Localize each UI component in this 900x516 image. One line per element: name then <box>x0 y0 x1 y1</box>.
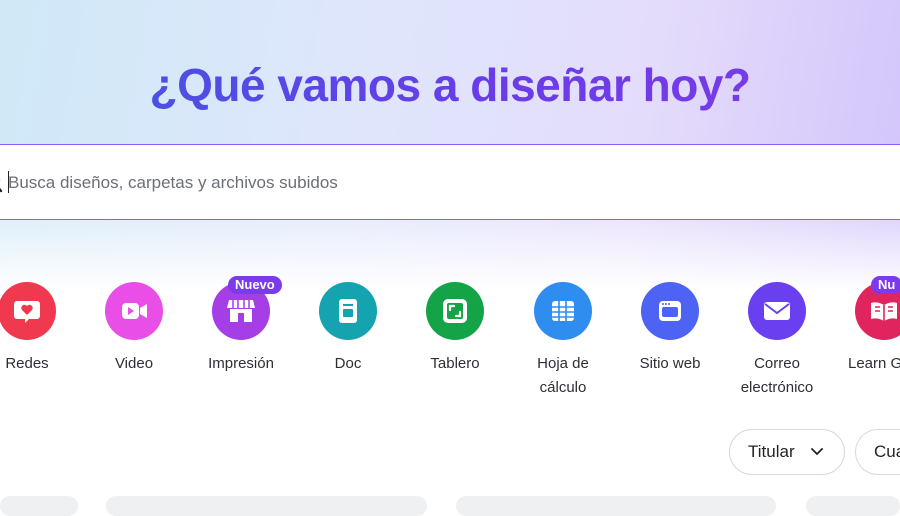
chevron-down-icon <box>810 448 823 456</box>
envelope-icon <box>748 282 806 340</box>
text-caret <box>8 171 9 193</box>
search-input[interactable] <box>8 167 708 199</box>
category-label: Impresión <box>208 355 274 372</box>
video-camera-icon <box>105 282 163 340</box>
category-hoja-de-calculo[interactable]: Hoja de cálculo <box>508 282 618 400</box>
category-label: Tablero <box>430 355 480 372</box>
sort-dropdown[interactable]: Titular <box>729 429 845 475</box>
design-card[interactable] <box>106 496 427 516</box>
category-label: Sitio web <box>639 355 701 372</box>
heart-chat-icon <box>0 282 56 340</box>
category-correo-electronico[interactable]: Correo electrónico <box>722 282 832 400</box>
category-impresion[interactable]: Nuevo Impresión <box>186 276 296 376</box>
category-learn[interactable]: Nu Learn G <box>829 276 900 376</box>
view-dropdown-label: Cua <box>874 442 900 461</box>
category-sitio-web[interactable]: Sitio web <box>615 282 725 376</box>
view-dropdown[interactable]: Cua <box>855 429 900 475</box>
category-label: Correo electrónico <box>740 355 814 396</box>
page-title: ¿Qué vamos a diseñar hoy? <box>0 58 900 112</box>
category-label: Learn G <box>848 355 900 372</box>
category-doc[interactable]: Doc <box>293 282 403 376</box>
category-label: Video <box>114 355 154 372</box>
category-tablero[interactable]: Tablero <box>400 282 510 376</box>
document-icon <box>319 282 377 340</box>
category-video[interactable]: Video <box>79 282 189 376</box>
sort-dropdown-label: Titular <box>748 442 795 461</box>
category-label: Hoja de cálculo <box>537 355 589 396</box>
category-label: Redes <box>5 355 49 372</box>
browser-window-icon <box>641 282 699 340</box>
design-card[interactable] <box>456 496 776 516</box>
new-badge: Nu <box>871 276 900 294</box>
category-redes[interactable]: Redes <box>0 282 82 376</box>
spreadsheet-icon <box>534 282 592 340</box>
new-badge: Nuevo <box>228 276 282 294</box>
whiteboard-icon <box>426 282 484 340</box>
design-card[interactable] <box>0 496 78 516</box>
search-bar[interactable] <box>0 144 900 220</box>
search-icon <box>0 178 3 193</box>
category-label: Doc <box>334 355 362 372</box>
design-card[interactable] <box>806 496 900 516</box>
